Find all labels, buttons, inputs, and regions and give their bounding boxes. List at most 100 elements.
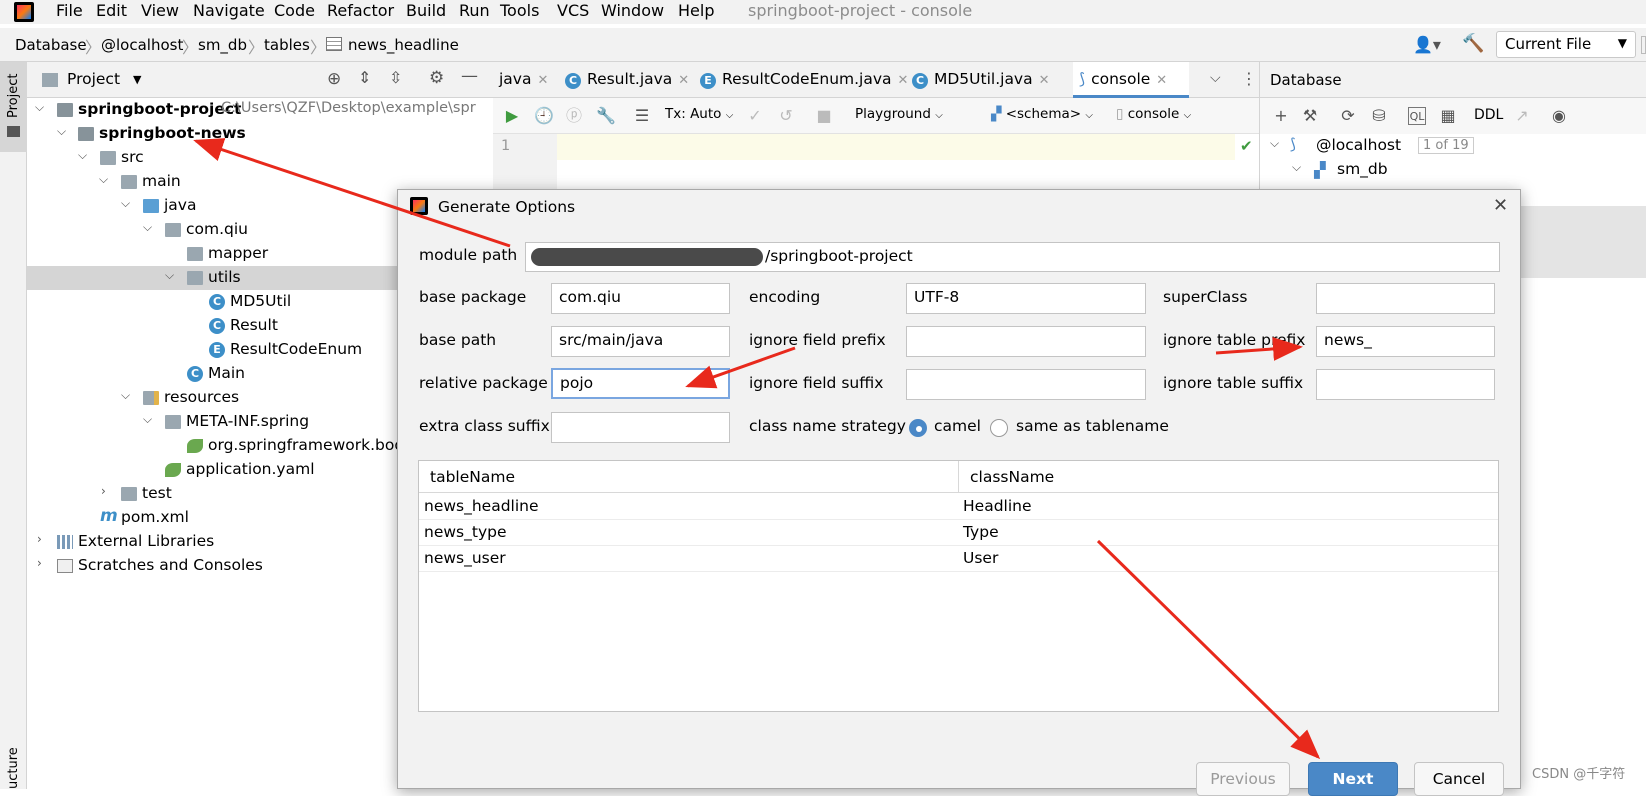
- execute-icon[interactable]: ▶: [503, 107, 521, 125]
- run-config-select[interactable]: Current File ▼: [1496, 31, 1636, 58]
- ignore-table-prefix-input[interactable]: news_: [1316, 326, 1495, 357]
- breadcrumb-sm-db[interactable]: sm_db: [198, 36, 247, 54]
- tab-md5util-java[interactable]: C MD5Util.java ✕: [912, 62, 1050, 98]
- table-cell-classname[interactable]: Type: [963, 523, 999, 541]
- module-path-input[interactable]: /springboot-project: [525, 242, 1500, 272]
- session-select[interactable]: ▯ console ⌵: [1116, 106, 1191, 122]
- tab-console[interactable]: ⟆ console ✕: [1073, 62, 1189, 98]
- close-icon[interactable]: ✕: [537, 73, 548, 88]
- menu-window[interactable]: Window: [601, 1, 664, 20]
- settings-wrench-icon[interactable]: 🔧: [596, 107, 616, 125]
- table-row[interactable]: news_user User: [419, 546, 1498, 572]
- tabs-dropdown-icon[interactable]: ⌵: [1210, 70, 1221, 86]
- extra-class-suffix-input[interactable]: [551, 412, 730, 443]
- collapse-all-icon[interactable]: ⇳: [389, 68, 402, 87]
- table-row[interactable]: news_type Type: [419, 520, 1498, 546]
- tree-item-src[interactable]: ⌵ src: [27, 146, 493, 170]
- base-package-input[interactable]: com.qiu: [551, 283, 730, 314]
- superclass-input[interactable]: [1316, 283, 1495, 314]
- refresh-icon[interactable]: ⟳: [1339, 107, 1357, 125]
- previous-button[interactable]: Previous: [1196, 762, 1290, 796]
- tab-java[interactable]: java ✕: [499, 62, 548, 98]
- column-header-tablename[interactable]: tableName: [419, 461, 959, 493]
- project-panel-title[interactable]: Project: [67, 70, 120, 88]
- table-editor-icon[interactable]: ▦: [1439, 107, 1457, 125]
- more-actions-icon[interactable]: ⋮: [1241, 69, 1257, 88]
- menu-navigate[interactable]: Navigate: [193, 1, 265, 20]
- menu-tools[interactable]: Tools: [500, 1, 539, 20]
- tree-item-springboot-project[interactable]: ⌵ springboot-project C:\Users\QZF\Deskto…: [27, 98, 493, 122]
- table-cell-classname[interactable]: Headline: [963, 497, 1032, 515]
- close-icon[interactable]: ✕: [1156, 73, 1167, 88]
- structure-tool-label[interactable]: ucture: [6, 747, 21, 789]
- ignore-table-suffix-label: ignore table suffix: [1163, 374, 1304, 392]
- chevron-down-icon[interactable]: ▼: [133, 73, 141, 86]
- project-tool-tab[interactable]: Project: [0, 62, 27, 152]
- run-icon[interactable]: [1641, 36, 1646, 54]
- menu-edit[interactable]: Edit: [96, 1, 127, 20]
- schema-icon: ▞: [991, 106, 1002, 122]
- user-icon[interactable]: 👤▾: [1413, 35, 1441, 54]
- ddl-button[interactable]: DDL: [1474, 107, 1503, 123]
- close-icon[interactable]: ✕: [678, 73, 689, 88]
- view-options-icon[interactable]: ◉: [1550, 107, 1568, 125]
- encoding-input[interactable]: UTF-8: [906, 283, 1146, 314]
- inspection-ok-icon[interactable]: ✔: [1240, 137, 1253, 155]
- menu-build[interactable]: Build: [406, 1, 446, 20]
- build-hammer-icon[interactable]: 🔨: [1462, 33, 1484, 54]
- same-as-tablename-radio-label[interactable]: same as tablename: [1016, 417, 1169, 435]
- db-tree-item-sm-db[interactable]: ⌵ ▞ sm_db: [1260, 158, 1646, 182]
- camel-radio-label[interactable]: camel: [934, 417, 981, 435]
- menu-help[interactable]: Help: [678, 1, 714, 20]
- add-icon[interactable]: +: [1272, 107, 1290, 125]
- chevron-down-icon: ⌵: [35, 100, 45, 114]
- source-folder-icon: [143, 199, 159, 213]
- table-row[interactable]: news_headline Headline: [419, 494, 1498, 520]
- menu-refactor[interactable]: Refactor: [327, 1, 394, 20]
- database-icon[interactable]: ⛁: [1370, 107, 1388, 125]
- tree-item-springboot-news[interactable]: ⌵ springboot-news: [27, 122, 493, 146]
- ignore-field-suffix-input[interactable]: [906, 369, 1146, 400]
- menu-run[interactable]: Run: [459, 1, 490, 20]
- breadcrumb-news-headline[interactable]: news_headline: [348, 36, 459, 54]
- playground-select[interactable]: Playground ⌵: [855, 106, 943, 122]
- breadcrumb-database[interactable]: Database: [15, 36, 87, 54]
- menu-file[interactable]: File: [56, 1, 83, 20]
- ignore-field-prefix-input[interactable]: [906, 326, 1146, 357]
- relative-package-input[interactable]: pojo: [551, 368, 730, 399]
- data-source-properties-icon[interactable]: ⚒: [1301, 107, 1319, 125]
- expand-all-icon[interactable]: ⇕: [358, 68, 371, 87]
- tx-mode-select[interactable]: Tx: Auto ⌵: [665, 106, 733, 122]
- gear-icon[interactable]: ⚙: [429, 68, 444, 88]
- schema-select[interactable]: ▞ <schema> ⌵: [991, 106, 1093, 122]
- menu-code[interactable]: Code: [274, 1, 315, 20]
- close-icon[interactable]: ✕: [1493, 195, 1508, 216]
- playground-label: Playground: [855, 106, 931, 122]
- tab-resultcodeenum-java[interactable]: E ResultCodeEnum.java ✕: [700, 62, 908, 98]
- folder-icon: [165, 415, 181, 429]
- db-tree-item-localhost[interactable]: ⌵ ⟆ @localhost 1 of 19: [1260, 134, 1646, 158]
- ignore-table-suffix-input[interactable]: [1316, 369, 1495, 400]
- tab-result-java[interactable]: C Result.java ✕: [565, 62, 689, 98]
- runnable-class-icon: C: [187, 366, 203, 382]
- close-icon[interactable]: ✕: [1039, 73, 1050, 88]
- library-icon: [57, 535, 73, 549]
- camel-radio[interactable]: [909, 419, 927, 437]
- breadcrumb-localhost[interactable]: @localhost: [101, 36, 183, 54]
- output-icon[interactable]: ☰: [633, 107, 651, 125]
- ignore-field-suffix-label: ignore field suffix: [749, 374, 884, 392]
- minimize-icon[interactable]: —: [461, 66, 478, 86]
- breadcrumb-tables[interactable]: tables: [264, 36, 310, 54]
- table-cell-classname[interactable]: User: [963, 549, 998, 567]
- same-as-tablename-radio[interactable]: [990, 419, 1008, 437]
- menu-vcs[interactable]: VCS: [557, 1, 589, 20]
- cancel-button[interactable]: Cancel: [1414, 762, 1504, 796]
- query-console-icon[interactable]: QL: [1408, 107, 1426, 125]
- close-icon[interactable]: ✕: [898, 73, 909, 88]
- menu-view[interactable]: View: [141, 1, 179, 20]
- history-icon[interactable]: 🕘: [534, 107, 554, 125]
- column-header-classname[interactable]: className: [959, 461, 1498, 493]
- next-button[interactable]: Next: [1308, 762, 1398, 796]
- base-path-input[interactable]: src/main/java: [551, 326, 730, 357]
- locate-icon[interactable]: ⊕: [327, 69, 341, 89]
